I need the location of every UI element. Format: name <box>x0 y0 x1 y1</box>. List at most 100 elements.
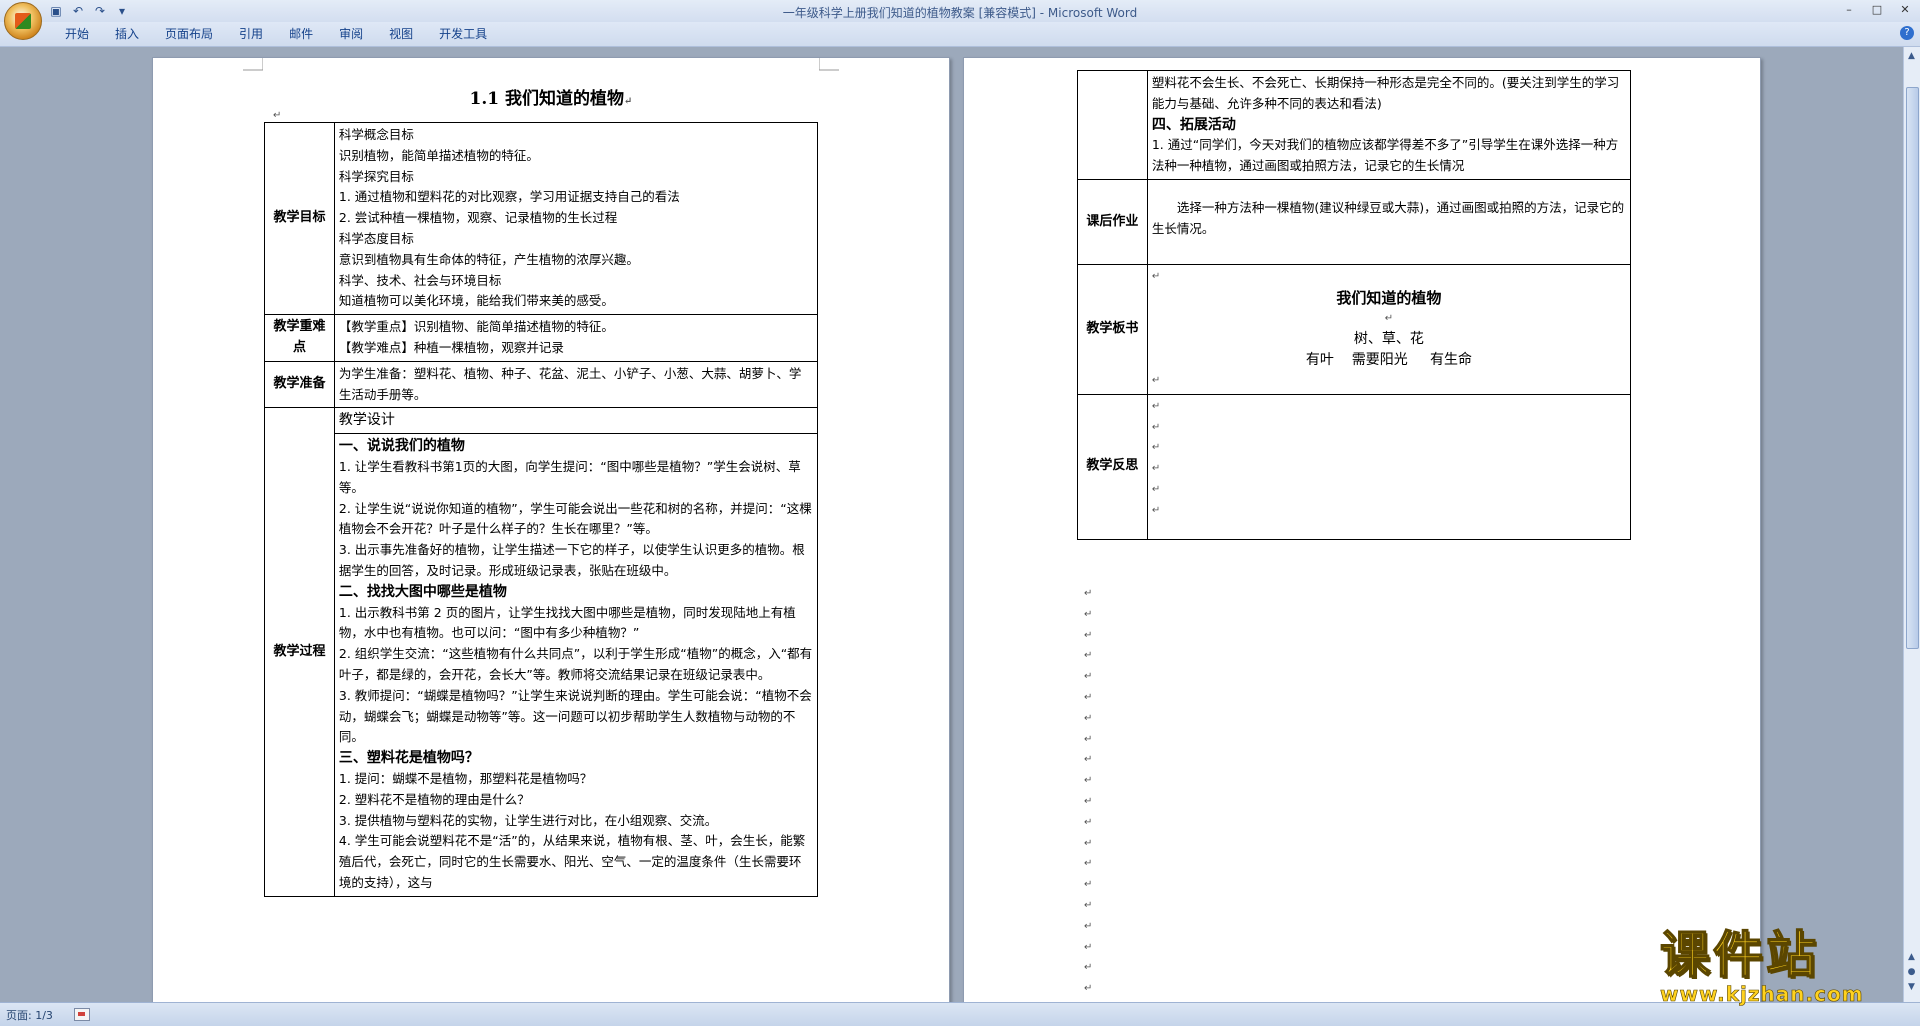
process-paragraph: 3. 提供植物与塑料花的实物，让学生进行对比，在小组观察、交流。 <box>338 812 718 828</box>
margin-corner-mark <box>243 58 263 71</box>
board-line: 树、草、花 <box>1353 331 1424 348</box>
paragraph-mark: ↵ <box>1151 374 1161 386</box>
office-logo-icon <box>15 13 31 29</box>
row-label-preparation: 教学准备 <box>264 360 335 409</box>
process-paragraph: 3. 出示事先准备好的植物，让学生描述一下它的样子，以使学生认识更多的植物。根据… <box>338 542 805 578</box>
table-row: 一、说说我们的植物 1. 让学生看教科书第1页的大图，向学生提问：“图中哪些是植… <box>265 433 819 897</box>
ribbon: 开始 插入 页面布局 引用 邮件 审阅 视图 开发工具 ? <box>0 22 1920 47</box>
paragraph-mark: ↵ <box>1084 920 1093 932</box>
tab-mailings[interactable]: 邮件 <box>276 26 326 42</box>
paragraph-mark: ↵ <box>1084 691 1093 703</box>
paragraph-mark: ↵ <box>273 110 282 121</box>
scrollbar-thumb[interactable] <box>1906 87 1919 649</box>
paragraph-mark: ↵ <box>1151 421 1161 433</box>
paragraph-mark: ↵ <box>1084 837 1093 849</box>
paragraph-mark: ↵ <box>1084 816 1093 828</box>
paragraph-mark: ↵ <box>1151 400 1161 412</box>
row-label-board: 教学板书 <box>1077 263 1148 395</box>
continued-process-cell[interactable]: 塑料花不会生长、不会死亡、长期保持一种形态是完全不同的。(要关注到学生的学习能力… <box>1146 70 1632 180</box>
objective-line: 科学概念目标 <box>338 127 414 142</box>
preparation-line: 为学生准备：塑料花、植物、种子、花盆、泥土、小铲子、小葱、大蒜、胡萝卜、学生活动… <box>338 365 802 402</box>
table-row: 教学准备 为学生准备：塑料花、植物、种子、花盆、泥土、小铲子、小葱、大蒜、胡萝卜… <box>264 360 819 409</box>
table-row: 塑料花不会生长、不会死亡、长期保持一种形态是完全不同的。(要关注到学生的学习能力… <box>1077 70 1632 180</box>
process-paragraph: 塑料花不会生长、不会死亡、长期保持一种形态是完全不同的。(要关注到学生的学习能力… <box>1151 75 1620 111</box>
row-label-reflection: 教学反思 <box>1077 393 1148 540</box>
row-label-objectives: 教学目标 <box>264 121 335 316</box>
key-point-line: 【教学重点】识别植物、能简单描述植物的特征。 <box>338 319 614 335</box>
paragraph-mark: ↵ <box>1084 608 1093 620</box>
tab-insert[interactable]: 插入 <box>102 26 152 42</box>
margin-corner-mark <box>819 58 839 71</box>
row-label-process: 教学过程 <box>264 407 335 897</box>
document-page-1[interactable]: 1.1 我们知道的植物↵ ↵ 教学目标 科学概念目标 识别植物，能简单描述植物的… <box>152 57 950 1002</box>
homework-cell[interactable]: 选择一种方法种一棵植物(建议种绿豆或大蒜)，通过画图或拍照的方法，记录它的生长情… <box>1146 178 1632 265</box>
tab-view[interactable]: 视图 <box>376 26 426 42</box>
scroll-up-icon[interactable]: ▲ <box>1906 51 1917 62</box>
objective-line: 知道植物可以美化环境，能给我们带来美的感受。 <box>338 293 614 309</box>
board-title: 我们知道的植物 <box>1336 288 1442 307</box>
row-label-homework: 课后作业 <box>1077 178 1148 265</box>
table-row: 课后作业 选择一种方法种一棵植物(建议种绿豆或大蒜)，通过画图或拍照的方法，记录… <box>1077 178 1632 265</box>
paragraph-mark: ↵ <box>1084 775 1093 787</box>
process-paragraph: 2. 塑料花不是植物的理由是什么？ <box>338 791 530 807</box>
preparation-cell[interactable]: 为学生准备：塑料花、植物、种子、花盆、泥土、小铲子、小葱、大蒜、胡萝卜、学生活动… <box>333 360 819 409</box>
paragraph-mark: ↵ <box>1084 983 1093 995</box>
homework-text: 选择一种方法种一棵植物(建议种绿豆或大蒜)，通过画图或拍照的方法，记录它的生长情… <box>1151 199 1625 236</box>
section-title: 一、说说我们的植物 <box>338 438 465 455</box>
table-row: 教学重难点 【教学重点】识别植物、能简单描述植物的特征。 【教学难点】种植一棵植… <box>264 314 819 362</box>
tab-home[interactable]: 开始 <box>52 26 102 42</box>
paragraph-mark: ↵ <box>1151 442 1161 454</box>
page-indicator[interactable]: 页面: 1/3 <box>6 1007 53 1023</box>
section-title: 三、塑料花是植物吗？ <box>338 750 479 767</box>
tab-page-layout[interactable]: 页面布局 <box>152 26 226 42</box>
window-title: 一年级科学上册我们知道的植物教案 [兼容模式] - Microsoft Word <box>782 6 1138 20</box>
paragraph-mark: ↵ <box>1084 858 1093 870</box>
tab-references[interactable]: 引用 <box>226 26 276 42</box>
vertical-scrollbar[interactable]: ▲ ▲ ● ▼ <box>1903 47 1920 1002</box>
paragraph-mark: ↵ <box>1151 463 1161 475</box>
paragraph-mark: ↵ <box>1084 712 1093 724</box>
document-page-2[interactable]: 塑料花不会生长、不会死亡、长期保持一种形态是完全不同的。(要关注到学生的学习能力… <box>963 57 1761 1002</box>
office-button[interactable] <box>4 2 42 40</box>
paragraph-mark: ↵ <box>1151 504 1161 516</box>
process-paragraph: 3. 教师提问：“蝴蝶是植物吗？”让学生来说说判断的理由。学生可能会说：“植物不… <box>338 687 812 745</box>
close-button[interactable]: ✕ <box>1894 2 1916 18</box>
document-heading: 1.1 我们知道的植物↵ <box>469 89 633 109</box>
board-cell[interactable]: ↵ 我们知道的植物 ↵ 树、草、花 有叶 需要阳光 有生命 ↵ <box>1146 263 1632 395</box>
table-row: 教学反思 ↵ ↵ ↵ ↵ ↵ ↵ <box>1077 393 1632 540</box>
paragraph-mark: ↵ <box>1084 754 1093 766</box>
key-points-cell[interactable]: 【教学重点】识别植物、能简单描述植物的特征。 【教学难点】种植一棵植物，观察并记… <box>333 314 819 362</box>
process-paragraph: 4. 学生可能会说塑料花不是“活”的，从结果来说，植物有根、茎、叶，会生长，能繁… <box>338 833 806 890</box>
lesson-plan-table: 教学目标 科学概念目标 识别植物，能简单描述植物的特征。 科学探究目标 1. 通… <box>264 121 819 897</box>
paragraph-mark: ↵ <box>1084 941 1093 953</box>
title-bar: ▣ ↶ ↷ ▾ 一年级科学上册我们知道的植物教案 [兼容模式] - Micros… <box>0 0 1920 23</box>
proofing-icon[interactable] <box>74 1008 90 1021</box>
row-label-key-points: 教学重难点 <box>264 314 335 362</box>
continued-label-cell <box>1077 70 1148 180</box>
watermark-url: www.kjzhan.com <box>1660 982 1864 1007</box>
reflection-cell[interactable]: ↵ ↵ ↵ ↵ ↵ ↵ <box>1146 393 1632 540</box>
empty-paragraphs: ↵ ↵ ↵ ↵ ↵ ↵ ↵ ↵ ↵ ↵ ↵ ↵ ↵ ↵ ↵ ↵ ↵ ↵ ↵ ↵ <box>1084 588 1092 1002</box>
paragraph-mark: ↵ <box>1151 270 1161 282</box>
tab-review[interactable]: 审阅 <box>326 26 376 42</box>
process-paragraph: 1. 通过“同学们，今天对我们的植物应该都学得差不多了”引导学生在课外选择一种方… <box>1151 137 1619 174</box>
objective-line: 2. 尝试种植一棵植物，观察、记录植物的生长过程 <box>338 210 618 226</box>
status-bar: 页面: 1/3 <box>0 1002 1920 1026</box>
paragraph-mark: ↵ <box>1084 671 1093 683</box>
process-paragraph: 2. 组织学生交流：“这些植物有什么共同点”，以利于学生形成“植物”的概念，入“… <box>338 646 813 682</box>
document-area[interactable]: 1.1 我们知道的植物↵ ↵ 教学目标 科学概念目标 识别植物，能简单描述植物的… <box>0 47 1904 1002</box>
objective-line: 1. 通过植物和塑料花的对比观察，学习用证据支持自己的看法 <box>338 189 680 205</box>
restore-button[interactable]: □ <box>1866 2 1888 18</box>
table-row: 教学板书 ↵ 我们知道的植物 ↵ 树、草、花 有叶 需要阳光 有生命 ↵ <box>1077 263 1632 395</box>
table-row: 教学目标 科学概念目标 识别植物，能简单描述植物的特征。 科学探究目标 1. 通… <box>264 121 819 316</box>
objective-line: 科学探究目标 <box>338 168 414 184</box>
process-cell[interactable]: 一、说说我们的植物 1. 让学生看教科书第1页的大图，向学生提问：“图中哪些是植… <box>333 433 819 897</box>
table-row: 教学过程 教学设计 <box>264 407 819 897</box>
paragraph-mark: ↵ <box>1084 879 1093 891</box>
tab-developer[interactable]: 开发工具 <box>426 26 500 42</box>
paragraph-mark: ↵ <box>1384 312 1394 324</box>
help-icon[interactable]: ? <box>1900 26 1914 40</box>
objectives-cell[interactable]: 科学概念目标 识别植物，能简单描述植物的特征。 科学探究目标 1. 通过植物和塑… <box>333 121 819 316</box>
design-header-cell[interactable]: 教学设计 <box>333 407 819 435</box>
minimize-button[interactable]: – <box>1838 2 1860 18</box>
